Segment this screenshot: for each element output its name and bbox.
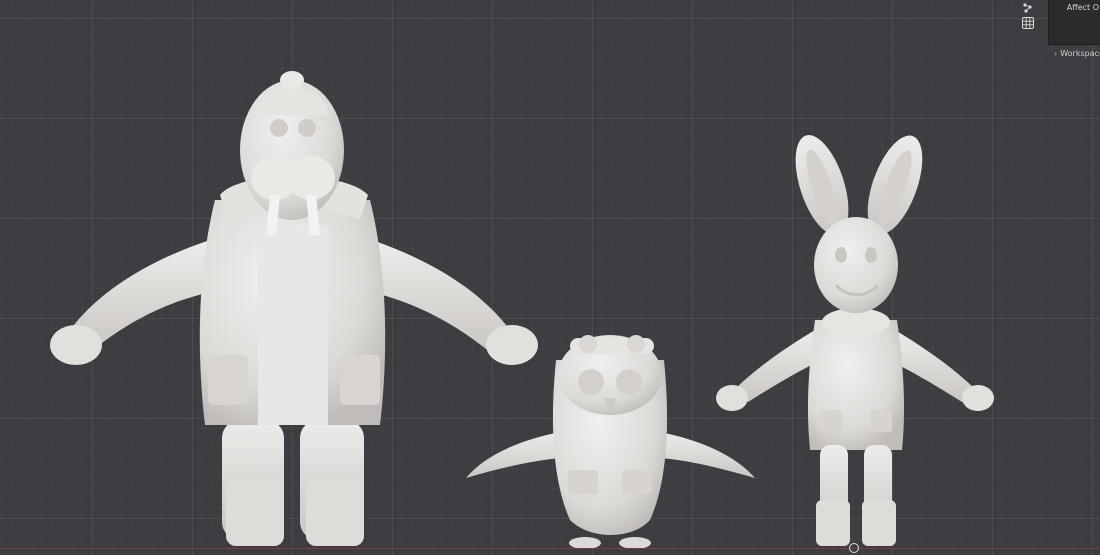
3d-viewport[interactable] xyxy=(0,0,1100,555)
workspace-section[interactable]: › Workspace xyxy=(1048,46,1100,60)
affect-option-label[interactable]: Affect O xyxy=(1067,3,1099,12)
scatter-icon[interactable] xyxy=(1021,0,1035,14)
walrus-model[interactable] xyxy=(50,71,538,546)
rabbit-model[interactable] xyxy=(716,129,994,546)
owl-model[interactable] xyxy=(466,335,755,549)
grid-icon[interactable] xyxy=(1021,15,1035,29)
workspace-label: Workspace xyxy=(1060,48,1100,58)
properties-panel: Affect O xyxy=(1048,0,1100,45)
3d-cursor-icon[interactable] xyxy=(849,543,859,553)
floor-axis-line xyxy=(0,548,1100,549)
viewport-scene xyxy=(50,71,994,549)
chevron-right-icon: › xyxy=(1054,48,1058,58)
